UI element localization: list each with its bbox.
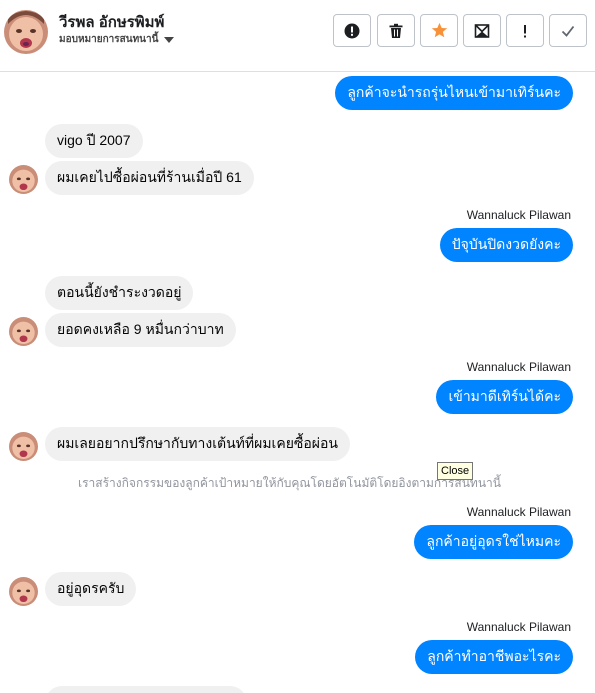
archive-button[interactable] bbox=[463, 14, 501, 47]
contact-avatar[interactable] bbox=[4, 10, 48, 54]
sender-name: Wannaluck Pilawan bbox=[466, 505, 571, 519]
outgoing-message[interactable]: เข้ามาดีเทิร์นได้คะ bbox=[436, 380, 573, 414]
conversation-header: วีรพล อักษรพิมพ์ มอบหมายการสนทนานี้ bbox=[0, 0, 595, 72]
baby-face-icon bbox=[9, 165, 38, 194]
exclamation-icon bbox=[524, 24, 526, 37]
contact-name[interactable]: วีรพล อักษรพิมพ์ bbox=[59, 10, 164, 34]
incoming-message[interactable]: อยู่อุดรครับ bbox=[45, 572, 137, 606]
sender-avatar[interactable] bbox=[9, 317, 38, 346]
mark-spam-button[interactable] bbox=[333, 14, 371, 47]
outgoing-message[interactable]: ลูกค้าจะนำรถรุ่นไหนเข้ามาเทิร์นคะ bbox=[335, 76, 573, 110]
baby-face-icon bbox=[9, 577, 38, 606]
checkmark-icon bbox=[561, 25, 575, 37]
sender-avatar[interactable] bbox=[9, 577, 38, 606]
incoming-message-partial[interactable] bbox=[45, 686, 247, 693]
sender-avatar[interactable] bbox=[9, 165, 38, 194]
sender-name: Wannaluck Pilawan bbox=[466, 208, 571, 222]
baby-face-icon bbox=[9, 432, 38, 461]
star-icon bbox=[431, 22, 447, 38]
incoming-message[interactable]: ยอดคงเหลือ 9 หมื่นกว่าบาท bbox=[45, 313, 236, 347]
assign-conversation-dropdown[interactable]: มอบหมายการสนทนานี้ bbox=[59, 32, 175, 47]
assign-label: มอบหมายการสนทนานี้ bbox=[59, 34, 159, 45]
star-button[interactable] bbox=[420, 14, 458, 47]
baby-face-icon bbox=[4, 10, 48, 54]
incoming-message[interactable]: ตอนนี้ยังชำระงวดอยู่ bbox=[45, 276, 194, 310]
sender-name: Wannaluck Pilawan bbox=[466, 620, 571, 634]
incoming-message[interactable]: ผมเคยไปซื้อผ่อนที่ร้านเมื่อปี 61 bbox=[45, 161, 254, 195]
incoming-message[interactable]: ผมเลยอยากปรึกษากับทางเต้นท์ที่ผมเคยซื้อผ… bbox=[45, 427, 350, 461]
trash-icon bbox=[389, 23, 403, 38]
baby-face-icon bbox=[9, 317, 38, 346]
outgoing-message[interactable]: ลูกค้าอยู่อุดรใช่ไหมคะ bbox=[414, 525, 573, 559]
close-tooltip: Close bbox=[437, 462, 474, 480]
sender-name: Wannaluck Pilawan bbox=[466, 360, 571, 374]
sender-avatar[interactable] bbox=[9, 432, 38, 461]
outgoing-message[interactable]: ลูกค้าทำอาชีพอะไรคะ bbox=[415, 640, 573, 674]
mark-done-button[interactable] bbox=[549, 14, 587, 47]
incoming-message[interactable]: vigo ปี 2007 bbox=[45, 124, 143, 158]
archive-icon bbox=[474, 23, 490, 38]
alert-circle-icon bbox=[344, 23, 360, 38]
delete-button[interactable] bbox=[377, 14, 415, 47]
outgoing-message[interactable]: ปัจุบันปิดงวดยังคะ bbox=[439, 228, 573, 262]
message-thread[interactable]: ลูกค้าจะนำรถรุ่นไหนเข้ามาเทิร์นคะ vigo ป… bbox=[0, 73, 595, 693]
caret-down-icon bbox=[164, 36, 175, 43]
follow-up-button[interactable] bbox=[506, 14, 544, 47]
